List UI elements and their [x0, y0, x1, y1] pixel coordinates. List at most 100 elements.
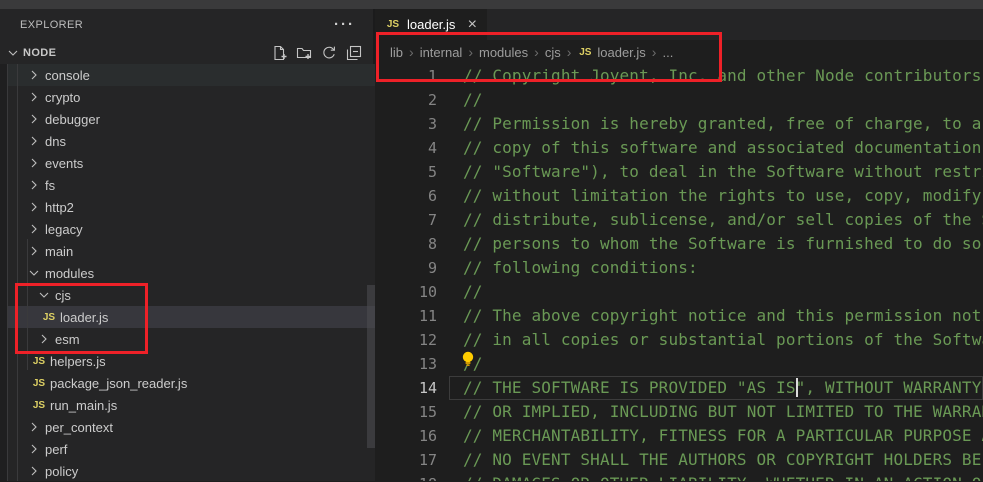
new-file-icon[interactable]: [271, 45, 287, 61]
tree-item-label: policy: [45, 464, 78, 479]
tree-item-modules[interactable]: modules: [0, 262, 375, 284]
chevron-right-icon: [26, 67, 42, 83]
tree-item-per-context[interactable]: per_context: [0, 416, 375, 438]
tree-item-fs[interactable]: fs: [0, 174, 375, 196]
chevron-down-icon: [36, 287, 52, 303]
new-folder-icon[interactable]: [296, 45, 312, 61]
sidebar-scrollbar-thumb[interactable]: [367, 285, 375, 448]
line-number: 8: [375, 232, 437, 256]
chevron-right-icon: [26, 155, 42, 171]
code-line-9[interactable]: 9// following conditions:: [375, 256, 983, 280]
tree-item-debugger[interactable]: debugger: [0, 108, 375, 130]
line-number: 5: [375, 160, 437, 184]
code-line-6[interactable]: 6// without limitation the rights to use…: [375, 184, 983, 208]
code-line-10[interactable]: 10//: [375, 280, 983, 304]
tree-item-cjs[interactable]: cjs: [0, 284, 375, 306]
tree-item-dns[interactable]: dns: [0, 130, 375, 152]
chevron-down-icon: [26, 265, 42, 281]
tree-item-label: helpers.js: [50, 354, 106, 369]
tree-item-http2[interactable]: http2: [0, 196, 375, 218]
refresh-icon[interactable]: [321, 45, 337, 61]
code-line-15[interactable]: 15 // OR IMPLIED, INCLUDING BUT NOT LIMIT…: [375, 400, 983, 424]
line-number: 13: [375, 352, 437, 376]
line-number: 12: [375, 328, 437, 352]
tree-item-loader-js[interactable]: JSloader.js: [0, 306, 375, 328]
collapse-folders-icon[interactable]: [346, 45, 362, 61]
line-number: 2: [375, 88, 437, 112]
chevron-right-icon: [26, 441, 42, 457]
breadcrumb-separator-icon: ›: [468, 44, 473, 60]
line-text: // following conditions:: [463, 258, 698, 277]
tree-item-policy[interactable]: policy: [0, 460, 375, 482]
lightbulb-icon[interactable]: [459, 349, 479, 369]
editor-tab-bar: JS loader.js ×: [375, 9, 983, 40]
breadcrumb-item-lib[interactable]: lib: [390, 45, 403, 60]
tree-item-perf[interactable]: perf: [0, 438, 375, 460]
breadcrumb-item--[interactable]: ...: [662, 45, 673, 60]
line-number: 15: [375, 400, 437, 424]
code-line-5[interactable]: 5 // "Software"), to deal in the Software…: [375, 160, 983, 184]
breadcrumb-item-internal[interactable]: internal: [420, 45, 463, 60]
line-number: 17: [375, 448, 437, 472]
more-actions-icon[interactable]: ···: [334, 16, 355, 33]
code-line-11[interactable]: 11// The above copyright notice and this…: [375, 304, 983, 328]
tab-loader-js[interactable]: JS loader.js ×: [375, 9, 487, 40]
line-text: // NO EVENT SHALL THE AUTHORS OR COPYRIG…: [463, 450, 983, 469]
breadcrumb-item-loader-js[interactable]: JSloader.js: [577, 45, 645, 60]
breadcrumb: lib›internal›modules›cjs›JSloader.js›...: [375, 40, 983, 64]
explorer-title: EXPLORER: [20, 19, 83, 31]
tree-item-esm[interactable]: esm: [0, 328, 375, 350]
breadcrumb-separator-icon: ›: [567, 44, 572, 60]
sidebar-left-strip: [0, 64, 7, 481]
tree-item-console[interactable]: console: [0, 64, 375, 86]
node-section-header[interactable]: NODE: [0, 42, 375, 64]
window-titlebar: [0, 0, 983, 9]
code-line-2[interactable]: 2//: [375, 88, 983, 112]
tree-item-helpers-js[interactable]: JShelpers.js: [0, 350, 375, 372]
chevron-right-icon: [26, 133, 42, 149]
tree-item-run-main-js[interactable]: JSrun_main.js: [0, 394, 375, 416]
line-text: // The above copyright notice and this p…: [463, 306, 983, 325]
code-line-17[interactable]: 17 // NO EVENT SHALL THE AUTHORS OR COPYR…: [375, 448, 983, 472]
code-line-7[interactable]: 7// distribute, sublicense, and/or sell …: [375, 208, 983, 232]
code-line-3[interactable]: 3// Permission is hereby granted, free o…: [375, 112, 983, 136]
breadcrumb-item-cjs[interactable]: cjs: [545, 45, 561, 60]
node-section-label: NODE: [23, 47, 56, 59]
line-number: 18: [375, 472, 437, 481]
tree-item-label: per_context: [45, 420, 113, 435]
code-line-1[interactable]: 1// Copyright Joyent, Inc. and other Nod…: [375, 64, 983, 88]
line-text: // "Software"), to deal in the Software …: [463, 162, 983, 181]
tree-item-package-json-reader-js[interactable]: JSpackage_json_reader.js: [0, 372, 375, 394]
code-editor[interactable]: 1// Copyright Joyent, Inc. and other Nod…: [375, 64, 983, 481]
line-text: // Copyright Joyent, Inc. and other Node…: [463, 66, 983, 85]
explorer-sidebar: EXPLORER ··· NODE console crypto debugge…: [0, 9, 375, 481]
chevron-down-icon: [5, 45, 21, 61]
js-file-icon: JS: [31, 378, 47, 389]
tree-item-main[interactable]: main: [0, 240, 375, 262]
explorer-header: EXPLORER ···: [0, 9, 375, 40]
code-line-4[interactable]: 4// copy of this software and associated…: [375, 136, 983, 160]
code-line-18[interactable]: 18// DAMAGES OR OTHER LIABILITY, WHETHER…: [375, 472, 983, 481]
tree-item-crypto[interactable]: crypto: [0, 86, 375, 108]
line-number: 14: [375, 376, 437, 400]
tree-item-events[interactable]: events: [0, 152, 375, 174]
breadcrumb-separator-icon: ›: [534, 44, 539, 60]
chevron-right-icon: [26, 199, 42, 215]
file-tree: console crypto debugger dns events fs ht…: [0, 64, 375, 481]
line-text: // persons to whom the Software is furni…: [463, 234, 983, 253]
code-line-8[interactable]: 8 // persons to whom the Software is furn…: [375, 232, 983, 256]
tree-item-label: run_main.js: [50, 398, 117, 413]
tree-item-label: debugger: [45, 112, 100, 127]
code-line-16[interactable]: 16// MERCHANTABILITY, FITNESS FOR A PART…: [375, 424, 983, 448]
indent-guide: [17, 64, 18, 481]
line-number: 4: [375, 136, 437, 160]
line-text: // distribute, sublicense, and/or sell c…: [463, 210, 983, 229]
breadcrumb-item-modules[interactable]: modules: [479, 45, 528, 60]
line-text: // OR IMPLIED, INCLUDING BUT NOT LIMITED…: [463, 402, 983, 421]
tree-item-legacy[interactable]: legacy: [0, 218, 375, 240]
code-line-14[interactable]: 14// THE SOFTWARE IS PROVIDED "AS IS", W…: [375, 376, 983, 400]
line-text: // MERCHANTABILITY, FITNESS FOR A PARTIC…: [463, 426, 983, 445]
text-cursor: [796, 378, 798, 397]
close-icon[interactable]: ×: [468, 17, 477, 33]
tree-item-label: esm: [55, 332, 80, 347]
